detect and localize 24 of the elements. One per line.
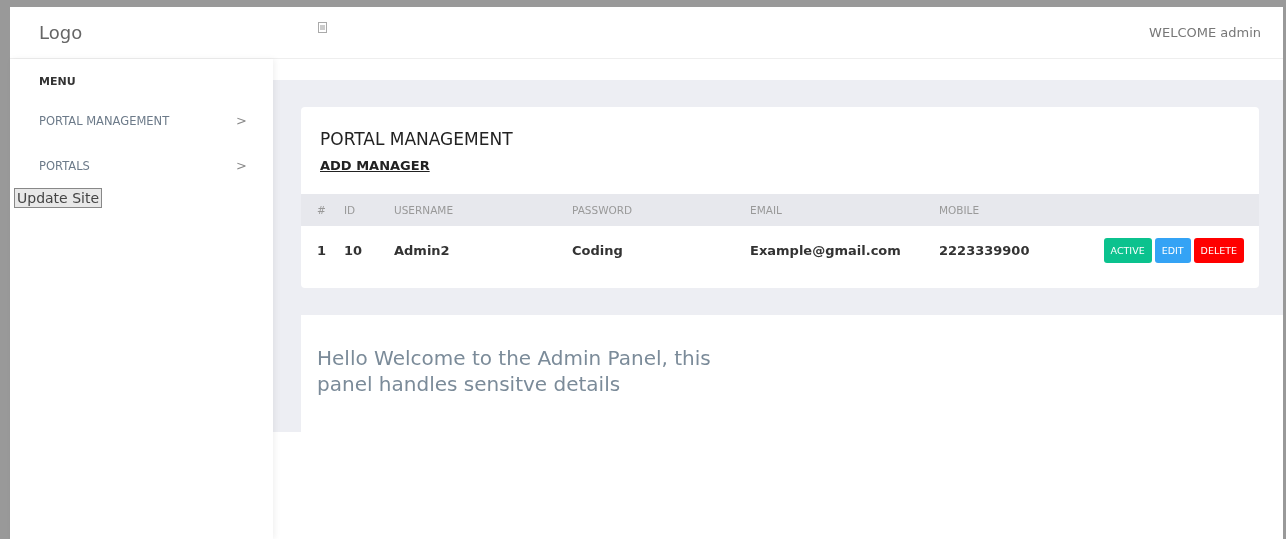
column-header: # bbox=[301, 194, 343, 226]
column-header: EMAIL bbox=[749, 194, 938, 226]
table-cell: Coding bbox=[571, 226, 749, 274]
table-cell: 1 bbox=[301, 226, 343, 274]
column-header: ID bbox=[343, 194, 393, 226]
welcome-message: Hello Welcome to the Admin Panel, this panel handles sensitve details bbox=[317, 345, 712, 397]
logo[interactable]: Logo bbox=[39, 22, 83, 43]
add-manager-link[interactable]: ADD MANAGER bbox=[320, 158, 430, 173]
column-header: PASSWORD bbox=[571, 194, 749, 226]
menu-heading: MENU bbox=[38, 74, 77, 90]
card-title: PORTAL MANAGEMENT bbox=[320, 129, 514, 149]
column-header: MOBILE bbox=[938, 194, 1080, 226]
sidebar-item[interactable]: PORTAL MANAGEMENT > bbox=[10, 98, 273, 143]
update-site-button[interactable]: Update Site bbox=[14, 188, 103, 208]
table-cell: 2223339900 bbox=[938, 226, 1080, 274]
edit-button[interactable]: EDIT bbox=[1154, 237, 1191, 263]
table-cell: Example@gmail.com bbox=[749, 226, 938, 274]
column-header: USERNAME bbox=[393, 194, 571, 226]
sidebar-item[interactable]: PORTALS > bbox=[10, 143, 273, 188]
broken-image-icon bbox=[318, 22, 327, 33]
table-cell: 10 bbox=[343, 226, 393, 274]
table-cell: Admin2 bbox=[393, 226, 571, 274]
welcome-text: WELCOME admin bbox=[1149, 25, 1261, 40]
delete-button[interactable]: DELETE bbox=[1193, 237, 1244, 263]
